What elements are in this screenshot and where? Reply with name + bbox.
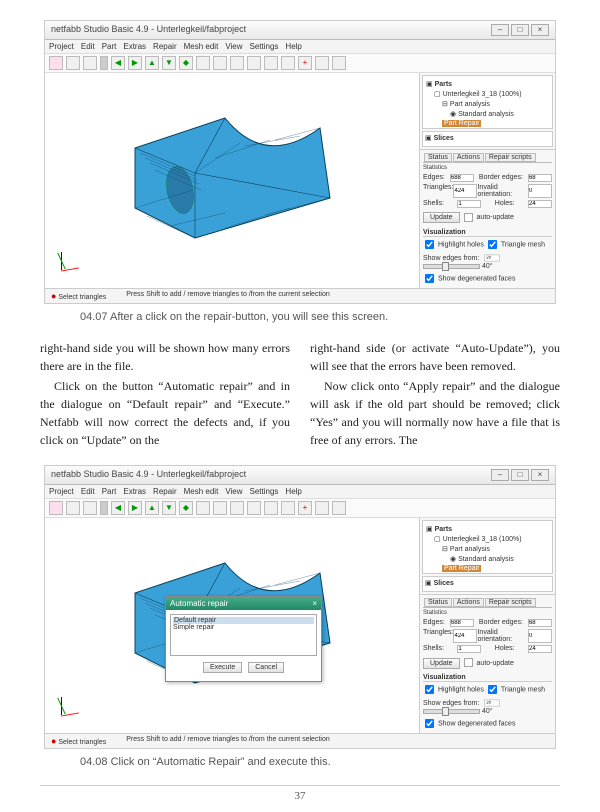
inv-field[interactable] [528,184,552,198]
parts-tree[interactable]: ▣ Parts▢ Unterlegkeil 3_18 (100%)⊟ Part … [422,75,553,129]
tool-icon[interactable] [332,56,346,70]
tool-icon[interactable] [49,56,63,70]
execute-button[interactable]: Execute [203,662,242,673]
menu-item[interactable]: Project [49,42,74,51]
edges-field[interactable] [450,174,474,182]
highlight-holes-checkbox[interactable] [425,240,434,249]
maximize-icon[interactable]: □ [511,24,529,36]
page-number: 37 [40,785,560,802]
screenshot-1: netfabb Studio Basic 4.9 - Unterlegkeil/… [44,20,556,304]
minimize-icon[interactable]: – [491,469,509,481]
menubar: ProjectEditPartExtrasRepairMesh editView… [45,485,555,499]
repair-options-list[interactable]: Default repairSimple repair [170,614,317,656]
tool-icon[interactable] [230,56,244,70]
tool-icon[interactable] [264,56,278,70]
window-titlebar: netfabb Studio Basic 4.9 - Unterlegkeil/… [45,466,555,485]
caption-1: 04.07 After a click on the repair-button… [80,310,560,325]
model-3d [125,98,355,258]
arrow-right-icon[interactable]: ▶ [128,56,142,70]
plus-icon[interactable]: + [298,56,312,70]
body-text: right-hand side you will be shown how ma… [40,339,560,451]
dialog-close-icon[interactable]: × [312,599,317,608]
toolbar: ◀▶▲▼◆+ [45,499,555,518]
viewport-3d[interactable] [45,73,420,288]
tri-field[interactable] [453,184,477,198]
close-icon[interactable]: × [531,24,549,36]
tool-icon[interactable] [281,56,295,70]
axes-gizmo [51,252,81,282]
tool-icon[interactable] [315,56,329,70]
screenshot-2: netfabb Studio Basic 4.9 - Unterlegkeil/… [44,465,556,749]
side-panel: ▣ Parts▢ Unterlegkeil 3_18 (100%)⊟ Part … [420,518,555,733]
panel-tabs: StatusActionsRepair scripts [423,153,552,163]
side-panel: ▣ Parts▢ Unterlegkeil 3_18 (100%)⊟ Part … [420,73,555,288]
update-button[interactable]: Update [423,212,460,223]
caption-2: 04.08 Click on “Automatic Repair” and ex… [80,755,560,770]
statusbar: ● Select trianglesPress Shift to add / r… [45,288,555,303]
window-titlebar: netfabb Studio Basic 4.9 - Unterlegkeil/… [45,21,555,40]
viewport-3d[interactable]: Automatic repair × Default repairSimple r… [45,518,420,733]
menu-item[interactable]: Edit [81,42,95,51]
automatic-repair-dialog: Automatic repair × Default repairSimple r… [165,596,322,682]
toolbar: ◀▶▲▼◆ + [45,54,555,73]
menu-item[interactable]: Mesh edit [184,42,219,51]
tool-icon[interactable] [247,56,261,70]
tool-icon[interactable] [213,56,227,70]
tool-icon[interactable] [66,56,80,70]
menu-item[interactable]: Extras [123,42,146,51]
slices-panel[interactable]: ▣ Slices [422,131,553,147]
tab-actions[interactable]: Actions [453,153,484,162]
auto-update-checkbox[interactable] [463,213,472,222]
maximize-icon[interactable]: □ [511,469,529,481]
edge-from-field[interactable] [485,255,500,262]
close-icon[interactable]: × [531,469,549,481]
separator-icon [100,56,108,70]
edge-slider[interactable] [423,264,480,269]
tool-icon[interactable] [83,56,97,70]
minimize-icon[interactable]: – [491,24,509,36]
menu-item[interactable]: Part [102,42,117,51]
holes-field[interactable] [528,200,552,208]
tab-status[interactable]: Status [424,153,452,162]
diamond-icon[interactable]: ◆ [179,56,193,70]
cancel-button[interactable]: Cancel [248,662,284,673]
shells-field[interactable] [457,200,481,208]
triangle-mesh-checkbox[interactable] [488,240,497,249]
menu-item[interactable]: Help [285,42,301,51]
arrow-left-icon[interactable]: ◀ [111,56,125,70]
border-field[interactable] [528,174,552,182]
degen-faces-checkbox[interactable] [425,274,434,283]
arrow-down-icon[interactable]: ▼ [162,56,176,70]
dialog-title: Automatic repair [170,599,228,608]
menu-item[interactable]: Settings [250,42,279,51]
arrow-up-icon[interactable]: ▲ [145,56,159,70]
tab-scripts[interactable]: Repair scripts [485,153,536,162]
menubar: Project Edit Part Extras Repair Mesh edit View… [45,40,555,54]
axes-gizmo [51,697,81,727]
tool-icon[interactable] [196,56,210,70]
menu-item[interactable]: Repair [153,42,177,51]
window-title: netfabb Studio Basic 4.9 - Unterlegkeil/… [51,24,246,36]
menu-item[interactable]: View [225,42,242,51]
